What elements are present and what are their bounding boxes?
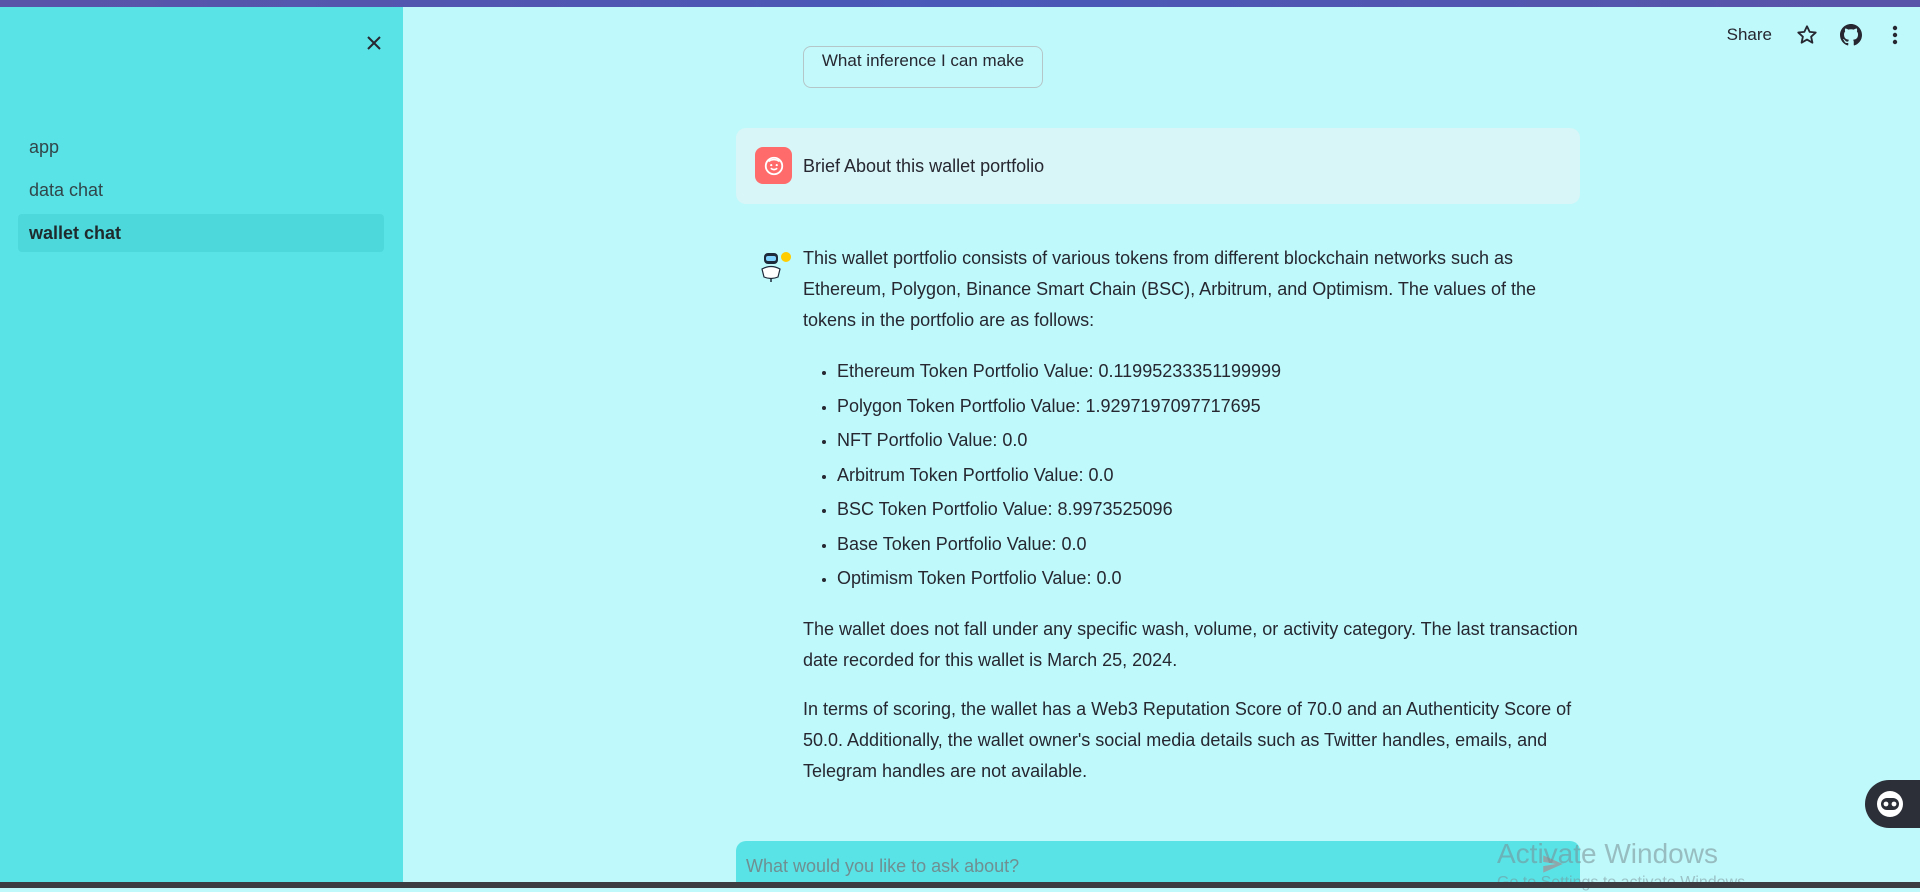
suggestion-chip-label: What inference I can make	[821, 51, 1025, 70]
suggestion-chip[interactable]: What inference I can make	[803, 46, 1043, 88]
github-icon	[1840, 24, 1862, 46]
list-item: Base Token Portfolio Value: 0.0	[837, 527, 1593, 562]
assistant-intro: This wallet portfolio consists of variou…	[803, 248, 1536, 330]
assistant-paragraph-scoring: In terms of scoring, the wallet has a We…	[803, 698, 1572, 781]
github-button[interactable]	[1836, 20, 1866, 50]
robot-icon	[761, 252, 791, 282]
sidebar: app data chat wallet chat	[0, 7, 403, 888]
close-icon	[367, 36, 381, 50]
sidebar-item-wallet-chat[interactable]: wallet chat	[18, 214, 384, 252]
assistant-avatar	[756, 245, 796, 285]
share-button[interactable]: Share	[1727, 25, 1772, 45]
header-actions: Share	[1727, 20, 1920, 50]
sidebar-item-data-chat[interactable]: data chat	[18, 171, 384, 209]
smile-face-icon	[764, 156, 783, 175]
list-item: Arbitrum Token Portfolio Value: 0.0	[837, 458, 1593, 493]
floating-assistant-button[interactable]	[1865, 780, 1920, 828]
activate-windows-watermark: Activate Windows	[1497, 838, 1718, 869]
main-menu-button[interactable]	[1880, 20, 1910, 50]
star-button[interactable]	[1792, 20, 1822, 50]
assistant-message: This wallet portfolio consists of variou…	[803, 243, 1593, 805]
list-item: Ethereum Token Portfolio Value: 0.119952…	[837, 354, 1593, 389]
more-vert-icon	[1892, 25, 1898, 45]
sidebar-nav: app data chat wallet chat	[18, 128, 384, 257]
portfolio-values-list: Ethereum Token Portfolio Value: 0.119952…	[803, 354, 1593, 596]
taskbar-edge	[0, 882, 1920, 888]
chat-input[interactable]	[744, 847, 1508, 885]
user-message-text: Brief About this wallet portfolio	[803, 155, 1045, 176]
top-decoration-bar	[0, 0, 1920, 7]
chat-input-container	[736, 841, 1580, 888]
list-item: Optimism Token Portfolio Value: 0.0	[837, 561, 1593, 596]
list-item: NFT Portfolio Value: 0.0	[837, 423, 1593, 458]
assistant-paragraph-activity: The wallet does not fall under any speci…	[803, 618, 1578, 670]
close-sidebar-button[interactable]	[358, 27, 390, 59]
user-message: Brief About this wallet portfolio	[736, 128, 1580, 204]
sidebar-item-app[interactable]: app	[18, 128, 384, 166]
star-icon	[1797, 25, 1817, 44]
bot-face-icon	[1877, 791, 1903, 817]
list-item: Polygon Token Portfolio Value: 1.9297197…	[837, 389, 1593, 424]
user-avatar	[755, 147, 792, 184]
list-item: BSC Token Portfolio Value: 8.9973525096	[837, 492, 1593, 527]
